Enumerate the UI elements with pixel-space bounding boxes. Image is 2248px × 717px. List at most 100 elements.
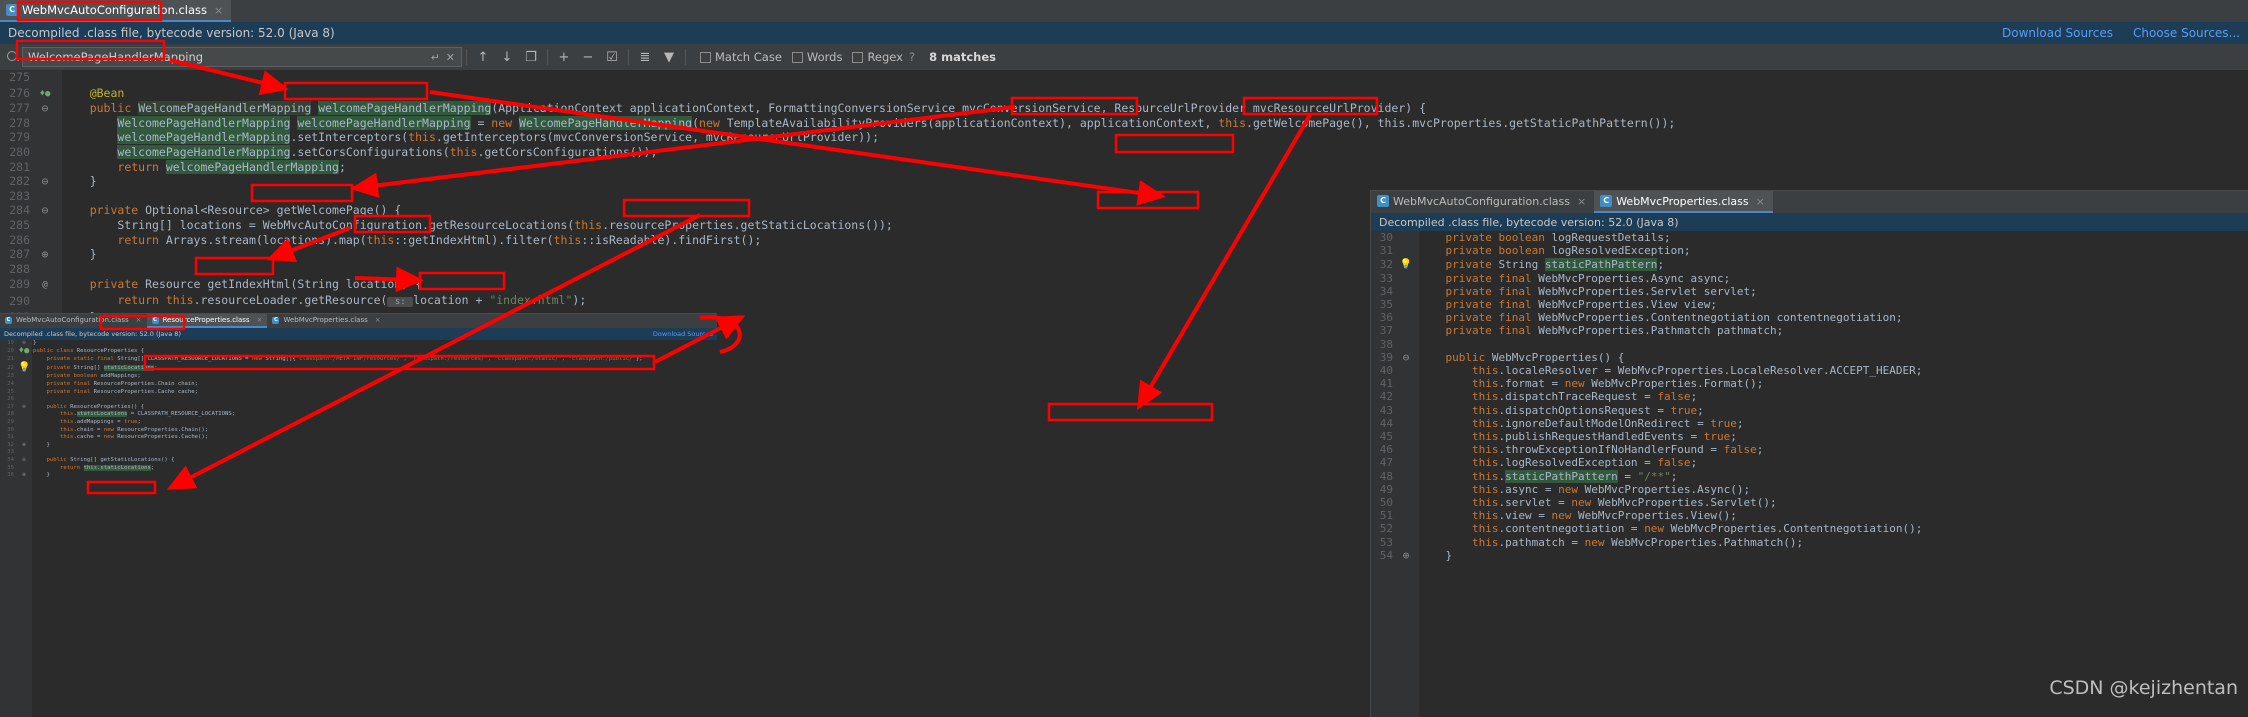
close-icon[interactable]: × <box>257 316 263 324</box>
code-line[interactable]: 45 this.publishRequestHandledEvents = tr… <box>1371 430 2248 443</box>
code-line[interactable]: 37 private final WebMvcProperties.Pathma… <box>1371 324 2248 337</box>
fold-gutter[interactable]: ⊖ <box>34 203 56 218</box>
code-line[interactable]: 25 private final ResourceProperties.Cach… <box>0 389 717 397</box>
fold-gutter[interactable]: ⊕ <box>18 442 30 450</box>
code-line[interactable]: 30 private boolean logRequestDetails; <box>1371 231 2248 244</box>
fold-gutter[interactable]: ⊖ <box>1397 351 1415 364</box>
match-case-option[interactable]: Match Case <box>700 50 782 64</box>
clear-search-icon[interactable]: ✕ <box>446 51 455 64</box>
code-line[interactable]: 24 private final ResourceProperties.Chai… <box>0 381 717 389</box>
find-next-button[interactable]: ↓ <box>495 46 519 68</box>
code-line[interactable]: 23 private boolean addMappings; <box>0 373 717 381</box>
code-line[interactable]: 44 this.ignoreDefaultModelOnRedirect = t… <box>1371 417 2248 430</box>
bottom-code-area[interactable]: 19 ⊖} 20 ♦● public class ResourceProperties … <box>0 340 717 480</box>
close-icon[interactable]: × <box>1577 195 1586 208</box>
search-history-icon[interactable]: ↵ <box>431 51 440 64</box>
code-line[interactable]: 33 <box>0 449 717 457</box>
code-line[interactable]: 50 this.servlet = new WebMvcProperties.S… <box>1371 496 2248 509</box>
code-line[interactable]: 43 this.dispatchOptionsRequest = true; <box>1371 404 2248 417</box>
code-line[interactable]: 36 ⊕ } <box>0 472 717 480</box>
fold-gutter[interactable]: ⊖ <box>18 404 30 412</box>
open-in-find-window-button[interactable]: ❐ <box>519 46 543 68</box>
bottom-tab-webmvcautoconfiguration[interactable]: C WebMvcAutoConfiguration.class × <box>0 314 147 328</box>
right-tab-webmvcproperties[interactable]: C WebMvcProperties.class × <box>1594 191 1773 213</box>
add-selection-button[interactable]: + <box>552 46 576 68</box>
regex-option[interactable]: Regex <box>852 50 903 64</box>
fold-gutter[interactable]: ⊕ <box>34 247 56 262</box>
words-option[interactable]: Words <box>791 50 842 64</box>
fold-gutter[interactable]: ⊖ <box>34 101 56 116</box>
code-line[interactable]: 21 private static final String[] CLASSPA… <box>0 356 717 364</box>
close-icon[interactable]: × <box>1756 195 1765 208</box>
words-checkbox[interactable] <box>791 51 803 63</box>
code-line[interactable]: 34 ⊖ public String[] getStaticLocations()… <box>0 457 717 465</box>
code-line[interactable]: 277 ⊖ public WelcomePageHandlerMapping we… <box>0 101 2248 116</box>
code-line[interactable]: 26 <box>0 396 717 404</box>
code-line[interactable]: 47 this.logResolvedException = false; <box>1371 456 2248 469</box>
right-code-area[interactable]: 30 private boolean logRequestDetails; 31 … <box>1371 231 2248 562</box>
code-line[interactable]: 48 this.staticPathPattern = "/**"; <box>1371 469 2248 483</box>
regex-help-icon[interactable]: ? <box>909 50 915 64</box>
code-line[interactable]: 281 return welcomePageHandlerMapping; <box>0 159 2248 175</box>
code-line[interactable]: 27 ⊖ public ResourceProperties() { <box>0 404 717 412</box>
filter-funnel-icon[interactable]: ▼ <box>657 46 681 68</box>
close-icon[interactable]: × <box>136 316 142 324</box>
choose-sources-link[interactable]: Choose Sources... <box>2133 26 2240 40</box>
code-line[interactable]: 35 return this.staticLocations; <box>0 464 717 473</box>
intention-bulb-icon[interactable]: 💡 <box>1397 257 1415 271</box>
code-line[interactable]: 35 private final WebMvcProperties.View v… <box>1371 298 2248 311</box>
code-line[interactable]: 278 WelcomePageHandlerMapping welcomePag… <box>0 115 2248 131</box>
fold-gutter[interactable]: ⊕ <box>1397 549 1415 562</box>
code-line[interactable]: 280 welcomePageHandlerMapping.setCorsCon… <box>0 144 2248 160</box>
search-input[interactable] <box>22 47 462 67</box>
bottom-tab-webmvcproperties[interactable]: C WebMvcProperties.class × <box>267 314 385 328</box>
code-line[interactable]: 46 this.throwExceptionIfNoHandlerFound =… <box>1371 443 2248 456</box>
find-prev-button[interactable]: ↑ <box>471 46 495 68</box>
code-line[interactable]: 42 this.dispatchTraceRequest = false; <box>1371 390 2248 403</box>
code-line[interactable]: 34 private final WebMvcProperties.Servle… <box>1371 285 2248 298</box>
code-line[interactable]: 282 ⊖ } <box>0 174 2248 189</box>
spring-bean-icon[interactable]: ♦● <box>34 85 56 102</box>
filter-options-button[interactable]: ≣ <box>633 46 657 68</box>
override-icon[interactable]: @ <box>34 276 56 293</box>
intention-bulb-icon[interactable]: 💡 <box>18 362 30 374</box>
code-line[interactable]: 275 <box>0 70 2248 85</box>
code-line[interactable]: 20 ♦● public class ResourceProperties { <box>0 346 717 357</box>
fold-gutter[interactable]: ⊖ <box>34 174 56 189</box>
code-line[interactable]: 54 ⊕ } <box>1371 549 2248 562</box>
fold-gutter[interactable]: ⊖ <box>18 457 30 465</box>
tab-webmvcautoconfiguration[interactable]: C WebMvcAutoConfiguration.class × <box>0 0 232 22</box>
code-line[interactable]: 22 💡 private String[] staticLocations; <box>0 362 717 374</box>
code-line[interactable]: 28 this.staticLocations = CLASSPATH_RESO… <box>0 411 717 419</box>
right-tab-webmvcautoconfiguration[interactable]: C WebMvcAutoConfiguration.class × <box>1371 191 1594 213</box>
close-icon[interactable]: × <box>375 316 381 324</box>
code-line[interactable]: 279 welcomePageHandlerMapping.setInterce… <box>0 130 2248 145</box>
code-line[interactable]: 51 this.view = new WebMvcProperties.View… <box>1371 509 2248 522</box>
code-line[interactable]: 40 this.localeResolver = WebMvcPropertie… <box>1371 364 2248 377</box>
code-line[interactable]: 53 this.pathmatch = new WebMvcProperties… <box>1371 536 2248 549</box>
regex-checkbox[interactable] <box>852 51 864 63</box>
code-line[interactable]: 31 this.cache = new ResourceProperties.C… <box>0 434 717 442</box>
code-line[interactable]: 32 💡 private String staticPathPattern; <box>1371 257 2248 271</box>
code-line[interactable]: 31 private boolean logResolvedException; <box>1371 244 2248 257</box>
code-line[interactable]: 30 this.chain = new ResourceProperties.C… <box>0 427 717 435</box>
bottom-tab-resourceproperties[interactable]: C ResourceProperties.class × <box>146 314 268 328</box>
code-line[interactable]: 49 this.async = new WebMvcProperties.Asy… <box>1371 483 2248 496</box>
code-line[interactable]: 276 ♦● @Bean <box>0 85 2248 102</box>
close-icon[interactable]: × <box>214 4 223 17</box>
download-sources-link[interactable]: Download Sources <box>653 330 713 338</box>
fold-gutter[interactable]: ⊕ <box>18 472 30 480</box>
match-case-checkbox[interactable] <box>700 51 711 63</box>
code-line[interactable]: 38 <box>1371 338 2248 351</box>
download-sources-link[interactable]: Download Sources <box>2002 26 2113 40</box>
code-line[interactable]: 19 ⊖} <box>0 340 717 348</box>
code-line[interactable]: 32 ⊕ } <box>0 442 717 450</box>
code-line[interactable]: 33 private final WebMvcProperties.Async … <box>1371 272 2248 285</box>
select-all-occurrences-button[interactable]: ☑ <box>600 46 624 68</box>
code-line[interactable]: 39 ⊖ public WebMvcProperties() { <box>1371 351 2248 364</box>
code-line[interactable]: 29 this.addMappings = true; <box>0 419 717 427</box>
remove-selection-button[interactable]: − <box>576 46 600 68</box>
code-line[interactable]: 52 this.contentnegotiation = new WebMvcP… <box>1371 522 2248 535</box>
code-line[interactable]: 41 this.format = new WebMvcProperties.Fo… <box>1371 377 2248 390</box>
code-line[interactable]: 36 private final WebMvcProperties.Conten… <box>1371 311 2248 324</box>
